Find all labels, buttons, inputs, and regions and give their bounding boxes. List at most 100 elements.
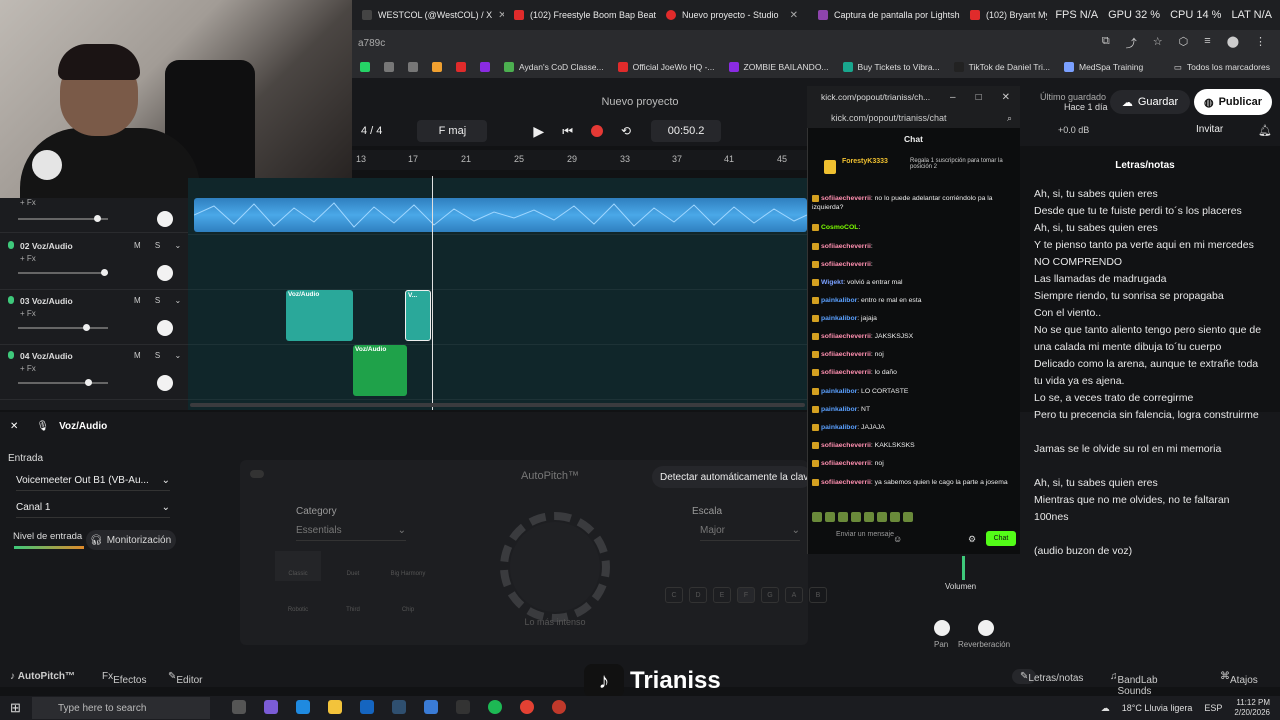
intensity-dial[interactable]: [510, 522, 600, 612]
chrome-icon[interactable]: [520, 700, 534, 714]
autopitch-tab[interactable]: ♪ AutoPitch™: [10, 671, 75, 682]
bell-icon[interactable]: 🔔︎: [1258, 124, 1272, 137]
preset-duet[interactable]: Duet: [330, 551, 376, 581]
browser-tab[interactable]: (102) Freestyle Boom Bap Beat✕: [504, 0, 656, 30]
taskbar-search[interactable]: Type here to search: [32, 697, 210, 719]
key-button[interactable]: C: [665, 587, 683, 603]
pan-knob[interactable]: [934, 620, 950, 636]
preset-chip[interactable]: Chip: [385, 587, 431, 617]
rewind-icon[interactable]: ⏮: [562, 124, 573, 139]
emote-icon[interactable]: [825, 512, 835, 522]
audio-clip[interactable]: Voz/Audio: [286, 290, 353, 341]
lyrics-line[interactable]: Delicado como la arena, aunque te extrañ…: [1034, 356, 1264, 390]
volume-handle[interactable]: [94, 215, 101, 222]
volume-slider[interactable]: [18, 327, 108, 329]
key-selector[interactable]: F maj: [417, 120, 488, 142]
preset-big-harmony[interactable]: Big Harmony: [385, 551, 431, 581]
browser-tab[interactable]: WESTCOL (@WestCOL) / X ✕: [352, 0, 504, 30]
chat-message[interactable]: sofiiaecheverrii:: [812, 260, 1012, 269]
monitor-button[interactable]: 🎧︎ Monitorización: [86, 530, 176, 550]
lyrics-line[interactable]: Ah, si, tu sabes quien eres: [1034, 475, 1264, 492]
address-bar[interactable]: a789c ⧉ ⤴ ☆ ⬡ ≡ ⬤ ⋮: [352, 30, 1280, 56]
chat-message[interactable]: sofiiaecheverrii:: [812, 242, 1012, 251]
close-icon[interactable]: ✕: [10, 421, 18, 432]
chat-message[interactable]: CosmoCOL:: [812, 223, 1012, 232]
lyrics-line[interactable]: Desde que tu te fuiste perdi to´s los pl…: [1034, 203, 1264, 220]
volume-slider[interactable]: [18, 272, 108, 274]
chat-username[interactable]: painkalibor: [821, 388, 857, 395]
bookmark-item[interactable]: Official JoeWo HQ -...: [617, 62, 715, 72]
audio-clip[interactable]: V...: [405, 290, 431, 341]
chat-username[interactable]: sofiiaecheverrii: [821, 333, 871, 340]
clock[interactable]: 11:12 PM 2/20/2026: [1234, 698, 1270, 718]
emoji-icon[interactable]: ☺: [893, 534, 902, 544]
windows-start-icon[interactable]: ⊞: [10, 700, 21, 716]
invite-button[interactable]: Invitar: [1196, 124, 1246, 135]
lyrics-line[interactable]: Con el viento..: [1034, 305, 1264, 322]
preset-classic[interactable]: Classic: [275, 551, 321, 581]
close-icon[interactable]: ✕: [1002, 92, 1010, 103]
reverb-knob[interactable]: [978, 620, 994, 636]
lyrics-line[interactable]: NO COMPRENDO: [1034, 254, 1264, 271]
outlook-icon[interactable]: [360, 700, 374, 714]
chat-message[interactable]: sofiiaecheverrii: JAKSKSJSX: [812, 332, 1012, 341]
app-icon[interactable]: [456, 700, 470, 714]
key-button[interactable]: A: [785, 587, 803, 603]
pan-knob[interactable]: [157, 211, 173, 227]
explorer-icon[interactable]: [328, 700, 342, 714]
bookmark-item[interactable]: Aydan's CoD Classe...: [504, 62, 604, 72]
add-fx-button[interactable]: + Fx: [20, 254, 36, 263]
pan-knob[interactable]: [157, 265, 173, 281]
timeline-ruler[interactable]: 13 17 21 25 29 33 37 41 45: [352, 150, 807, 170]
lane[interactable]: [188, 178, 807, 235]
chat-message[interactable]: painkalibor: JAJAJA: [812, 423, 1012, 432]
emote-icon[interactable]: [812, 512, 822, 522]
time-signature[interactable]: 4 / 4: [352, 120, 391, 142]
track-header[interactable]: 02 Voz/Audio M S ⌄ + Fx: [0, 235, 188, 290]
project-title[interactable]: Nuevo proyecto: [560, 96, 720, 108]
lyrics-line[interactable]: Pero tu precencia sin falencia, logra co…: [1034, 407, 1264, 424]
track-header[interactable]: 03 Voz/Audio M S ⌄ + Fx: [0, 290, 188, 345]
chat-username[interactable]: sofiiaecheverrii: [821, 460, 871, 467]
editor-tab[interactable]: ✎ Editor: [168, 671, 203, 686]
bookmark-item[interactable]: ZOMBIE BAILANDO...: [728, 62, 829, 72]
all-bookmarks[interactable]: ▭ Todos los marcadores: [1174, 62, 1280, 73]
emote-icon[interactable]: [877, 512, 887, 522]
lyrics-line[interactable]: Ah, si, tu sabes quien eres: [1034, 220, 1264, 237]
spotify-icon[interactable]: [488, 700, 502, 714]
chat-username[interactable]: painkalibor: [821, 315, 857, 322]
emote-icon[interactable]: [864, 512, 874, 522]
emote-icon[interactable]: [890, 512, 900, 522]
chat-username[interactable]: painkalibor: [821, 406, 857, 413]
profile-icon[interactable]: ⬤: [1227, 35, 1239, 51]
lane[interactable]: Voz/Audio V...: [188, 290, 807, 345]
lyrics-line[interactable]: [1034, 526, 1264, 543]
share-icon[interactable]: ⤴: [1126, 35, 1137, 51]
steam-icon[interactable]: [392, 700, 406, 714]
key-button[interactable]: E: [713, 587, 731, 603]
channel-select[interactable]: Canal 1 ⌄: [16, 498, 170, 518]
key-button[interactable]: B: [809, 587, 827, 603]
volume-handle[interactable]: [101, 269, 108, 276]
loop-icon[interactable]: ⟲: [621, 124, 631, 138]
input-device-select[interactable]: Voicemeeter Out B1 (VB-Au... ⌄: [16, 471, 170, 491]
chat-message[interactable]: painkalibor: entro re mal en esta: [812, 296, 1012, 305]
chat-message[interactable]: sofiiaecheverrii: ya sabemos quien le ca…: [812, 478, 1012, 487]
bookmark-icon[interactable]: [384, 62, 394, 72]
scale-select[interactable]: Major ⌄: [700, 521, 800, 541]
chat-username[interactable]: painkalibor: [821, 424, 857, 431]
emote-icon[interactable]: [903, 512, 913, 522]
browser-tab-active[interactable]: Nuevo proyecto - Studio ✕: [656, 0, 808, 30]
chat-username[interactable]: sofiiaecheverrii: [821, 442, 871, 449]
lyrics-line[interactable]: Las llamadas de madrugada: [1034, 271, 1264, 288]
autopitch-toggle[interactable]: [250, 470, 264, 478]
lyrics-line[interactable]: Ah, si, tu sabes quien eres: [1034, 186, 1264, 203]
track-header[interactable]: 04 Voz/Audio M S ⌄ + Fx: [0, 345, 188, 400]
chat-message[interactable]: sofiiaecheverrii: noj: [812, 459, 1012, 468]
browser-tab[interactable]: Captura de pantalla por Lightshot✕: [808, 0, 960, 30]
lyrics-line[interactable]: [1034, 458, 1264, 475]
key-button[interactable]: F: [737, 587, 755, 603]
category-select[interactable]: Essentials ⌄: [296, 521, 406, 541]
pan-knob[interactable]: [157, 375, 173, 391]
chat-url-bar[interactable]: kick.com/popout/trianiss/chat ⌕: [807, 108, 1020, 128]
